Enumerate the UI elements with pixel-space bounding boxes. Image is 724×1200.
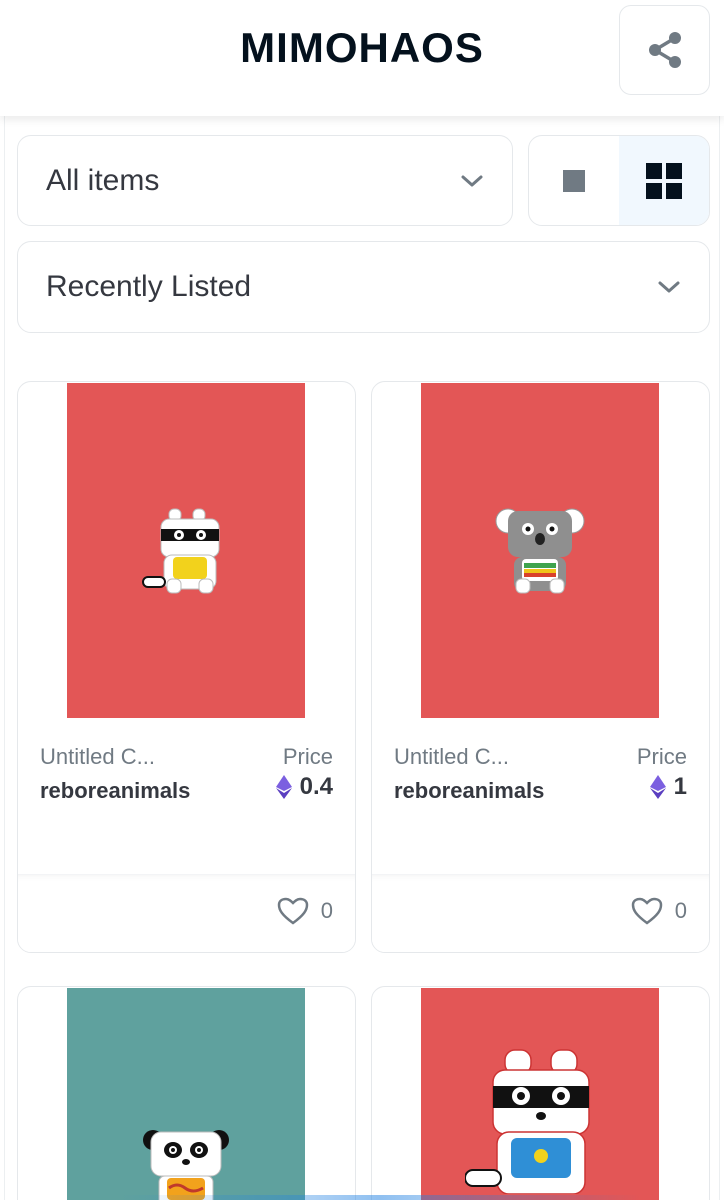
price-label: Price: [636, 744, 687, 769]
nft-card[interactable]: Untitled C... reboreanimals Price 0.4 0: [17, 381, 356, 953]
nft-card[interactable]: [17, 986, 356, 1200]
right-divider: [719, 116, 720, 1200]
view-toggle: [528, 135, 710, 226]
single-view-button[interactable]: [529, 136, 619, 225]
page: MIMOHAOS All items Recently Listed Untit…: [0, 0, 724, 1200]
creator-name[interactable]: reboreanimals: [40, 778, 202, 804]
nft-image[interactable]: [67, 383, 305, 718]
grid-view-button[interactable]: [619, 136, 709, 225]
nft-card[interactable]: [371, 986, 710, 1200]
nft-name: Untitled C...: [394, 744, 509, 769]
nft-image[interactable]: [67, 988, 305, 1200]
koala-artwork: [495, 508, 585, 593]
grid-icon: [646, 162, 682, 199]
chevron-down-icon: [658, 281, 680, 293]
nft-image[interactable]: [421, 988, 659, 1200]
heart-icon: [631, 897, 663, 925]
creator-name[interactable]: reboreanimals: [394, 778, 556, 804]
items-filter-select[interactable]: All items: [17, 135, 513, 226]
share-button[interactable]: [619, 5, 710, 95]
raccoon-artwork: [142, 508, 220, 593]
nft-image[interactable]: [421, 383, 659, 718]
card-footer: 0: [18, 874, 355, 952]
raccoon-artwork: [465, 1049, 590, 1194]
likes-count: 0: [320, 898, 333, 923]
favorite-button[interactable]: 0: [277, 897, 333, 925]
price-amount: 0.4: [299, 773, 333, 800]
ethereum-icon: [649, 775, 666, 799]
favorite-button[interactable]: 0: [631, 897, 687, 925]
sort-select[interactable]: Recently Listed: [17, 241, 710, 333]
likes-count: 0: [674, 898, 687, 923]
header: MIMOHAOS: [0, 0, 724, 116]
items-filter-label: All items: [46, 163, 160, 197]
panda-artwork: [143, 1130, 229, 1200]
card-footer: 0: [372, 874, 709, 952]
square-icon: [563, 169, 585, 192]
price-value: 1: [649, 773, 687, 801]
scroll-indicator: [120, 1195, 640, 1200]
price-amount: 1: [673, 773, 687, 800]
nft-card[interactable]: Untitled C... reboreanimals Price 1 0: [371, 381, 710, 953]
share-icon: [648, 32, 681, 68]
heart-icon: [277, 897, 309, 925]
sort-label: Recently Listed: [46, 270, 252, 303]
nft-name: Untitled C...: [40, 744, 155, 769]
price-value: 0.4: [275, 773, 333, 801]
ethereum-icon: [275, 775, 292, 799]
chevron-down-icon: [461, 175, 483, 186]
price-label: Price: [282, 744, 333, 769]
page-title: MIMOHAOS: [240, 24, 484, 71]
left-divider: [4, 116, 5, 1200]
